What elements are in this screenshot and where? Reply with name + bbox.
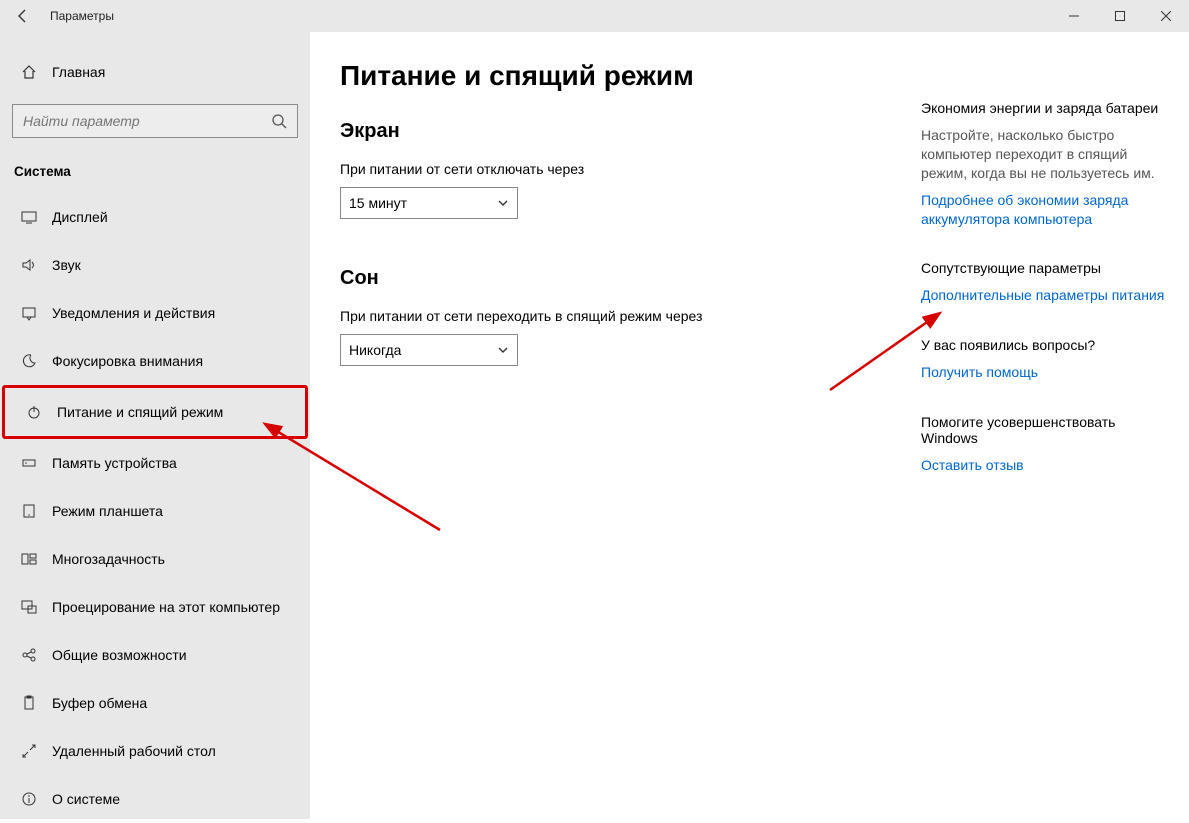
screen-label: При питании от сети отключать через	[340, 161, 929, 177]
titlebar: Параметры	[0, 0, 1189, 32]
chevron-down-icon	[497, 344, 509, 356]
sidebar-item-label: Дисплей	[52, 209, 108, 225]
sidebar-item-label: Общие возможности	[52, 647, 187, 663]
screen-timeout-select[interactable]: 15 минут	[340, 187, 518, 219]
right-panel: Экономия энергии и заряда батареи Настро…	[921, 100, 1169, 507]
select-value: 15 минут	[349, 195, 407, 211]
sidebar-item-label: Проецирование на этот компьютер	[52, 599, 280, 615]
sidebar-item-shared[interactable]: Общие возможности	[0, 631, 310, 679]
sidebar-item-storage[interactable]: Память устройства	[0, 439, 310, 487]
sidebar-item-label: Звук	[52, 257, 81, 273]
sleep-heading: Сон	[340, 267, 929, 290]
storage-icon	[18, 455, 40, 471]
sidebar-item-label: Буфер обмена	[52, 695, 147, 711]
sleep-label: При питании от сети переходить в спящий …	[340, 308, 929, 324]
sidebar-item-label: Фокусировка внимания	[52, 353, 203, 369]
sidebar-item-sound[interactable]: Звук	[0, 241, 310, 289]
shared-icon	[18, 647, 40, 663]
tablet-icon	[18, 503, 40, 519]
help-link[interactable]: Получить помощь	[921, 363, 1169, 382]
sidebar-item-display[interactable]: Дисплей	[0, 193, 310, 241]
project-icon	[18, 599, 40, 615]
screen-heading: Экран	[340, 120, 929, 143]
sleep-timeout-select[interactable]: Никогда	[340, 334, 518, 366]
sidebar-item-about[interactable]: О системе	[0, 775, 310, 823]
related-heading: Сопутствующие параметры	[921, 260, 1169, 276]
battery-text: Настройте, насколько быстро компьютер пе…	[921, 126, 1169, 183]
sidebar-item-label: Питание и спящий режим	[57, 404, 223, 420]
section-heading: Система	[0, 156, 310, 193]
sidebar-item-projecting[interactable]: Проецирование на этот компьютер	[0, 583, 310, 631]
page-title: Питание и спящий режим	[340, 60, 929, 92]
sidebar-item-label: Многозадачность	[52, 551, 165, 567]
feedback-heading: Помогите усовершенствовать Windows	[921, 414, 1169, 446]
sidebar-item-label: Уведомления и действия	[52, 305, 215, 321]
sound-icon	[18, 257, 40, 273]
sidebar-item-tablet[interactable]: Режим планшета	[0, 487, 310, 535]
sidebar-item-label: О системе	[52, 791, 120, 807]
display-icon	[18, 209, 40, 225]
help-heading: У вас появились вопросы?	[921, 337, 1169, 353]
close-button[interactable]	[1143, 0, 1189, 32]
sidebar-item-notifications[interactable]: Уведомления и действия	[0, 289, 310, 337]
back-button[interactable]	[0, 0, 46, 32]
sidebar-item-label: Память устройства	[52, 455, 177, 471]
sidebar: Главная Система Дисплей Звук Уведомления…	[0, 32, 310, 819]
maximize-button[interactable]	[1097, 0, 1143, 32]
sidebar-item-label: Режим планшета	[52, 503, 163, 519]
sidebar-item-clipboard[interactable]: Буфер обмена	[0, 679, 310, 727]
sidebar-item-remote[interactable]: Удаленный рабочий стол	[0, 727, 310, 775]
multitask-icon	[18, 551, 40, 567]
sidebar-item-multitasking[interactable]: Многозадачность	[0, 535, 310, 583]
sidebar-item-label: Удаленный рабочий стол	[52, 743, 216, 759]
clipboard-icon	[18, 695, 40, 711]
remote-icon	[18, 743, 40, 759]
window-title: Параметры	[46, 9, 114, 23]
info-icon	[18, 791, 40, 807]
notifications-icon	[18, 305, 40, 321]
home-icon	[18, 64, 40, 80]
content-area: Питание и спящий режим Экран При питании…	[340, 32, 929, 819]
related-link[interactable]: Дополнительные параметры питания	[921, 286, 1169, 305]
chevron-down-icon	[497, 197, 509, 209]
battery-link[interactable]: Подробнее об экономии заряда аккумулятор…	[921, 191, 1169, 229]
search-field[interactable]	[23, 113, 271, 129]
search-input[interactable]	[12, 104, 298, 138]
feedback-link[interactable]: Оставить отзыв	[921, 456, 1169, 475]
home-label: Главная	[52, 64, 105, 80]
home-link[interactable]: Главная	[0, 52, 310, 92]
moon-icon	[18, 353, 40, 369]
power-icon	[23, 404, 45, 420]
minimize-button[interactable]	[1051, 0, 1097, 32]
sidebar-item-power[interactable]: Питание и спящий режим	[2, 385, 308, 439]
search-icon	[271, 113, 287, 129]
battery-heading: Экономия энергии и заряда батареи	[921, 100, 1169, 116]
sidebar-item-focus[interactable]: Фокусировка внимания	[0, 337, 310, 385]
select-value: Никогда	[349, 342, 401, 358]
